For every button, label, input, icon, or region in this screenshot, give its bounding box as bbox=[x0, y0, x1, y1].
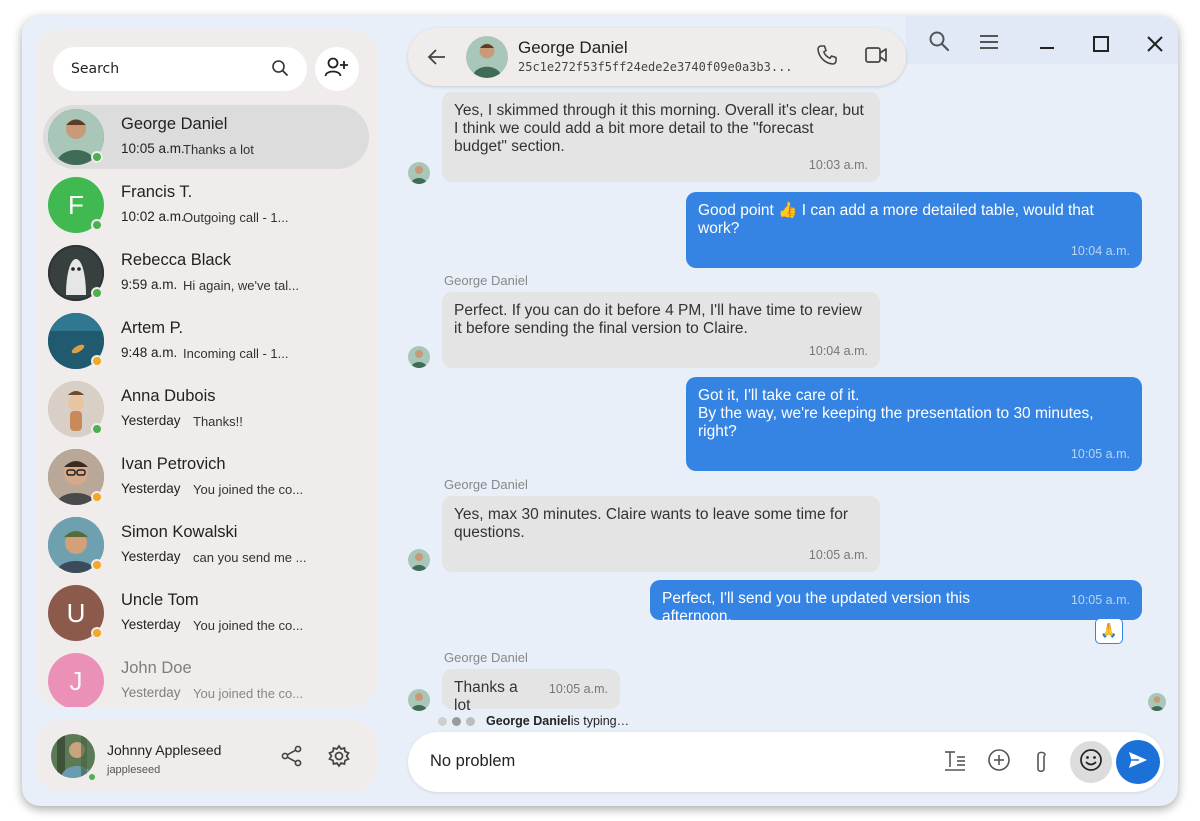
typing-dot bbox=[438, 716, 447, 726]
avatar bbox=[408, 549, 430, 571]
message-input[interactable]: No problem bbox=[430, 752, 515, 771]
message-composer[interactable]: No problem bbox=[408, 732, 1164, 792]
back-arrow-icon[interactable] bbox=[426, 46, 448, 72]
sender-label: George Daniel bbox=[444, 650, 528, 665]
send-button[interactable] bbox=[1116, 740, 1160, 784]
incoming-message[interactable]: Yes, max 30 minutes. Claire wants to lea… bbox=[442, 496, 880, 572]
phone-icon[interactable] bbox=[816, 44, 838, 70]
outgoing-message[interactable]: Good point 👍 I can add a more detailed t… bbox=[686, 192, 1142, 268]
message-time: 10:04 a.m. bbox=[1070, 244, 1130, 258]
read-receipt-avatar bbox=[1148, 693, 1166, 711]
chat-contact-id: 25c1e272f53f5ff24ede2e3740f09e0a3b3... bbox=[518, 60, 793, 74]
reaction-badge[interactable]: 🙏 bbox=[1095, 618, 1123, 644]
message-time: 10:05 a.m. bbox=[808, 548, 868, 562]
message-text: Thanks a lot bbox=[454, 679, 518, 714]
message-time: 10:05 a.m. bbox=[1070, 593, 1130, 607]
message-text: Yes, I skimmed through it this morning. … bbox=[454, 102, 864, 155]
typing-dot bbox=[452, 716, 461, 726]
outgoing-message[interactable]: Perfect, I'll send you the updated versi… bbox=[650, 580, 1142, 625]
incoming-message[interactable]: Perfect. If you can do it before 4 PM, I… bbox=[442, 292, 880, 368]
message-text: Perfect, I'll send you the updated versi… bbox=[662, 590, 970, 625]
typing-text: is typing… bbox=[570, 714, 630, 728]
outgoing-message[interactable]: Got it, I'll take care of it. By the way… bbox=[686, 377, 1142, 471]
avatar[interactable] bbox=[51, 734, 95, 778]
chat-header: George Daniel 25c1e272f53f5ff24ede2e3740… bbox=[408, 28, 906, 86]
message-time: 10:04 a.m. bbox=[808, 344, 868, 358]
message-time: 10:05 a.m. bbox=[1070, 447, 1130, 461]
emoji-button[interactable] bbox=[1070, 741, 1112, 783]
message-text: Good point 👍 I can add a more detailed t… bbox=[698, 202, 1094, 237]
typing-indicator: George Daniel is typing… bbox=[438, 714, 629, 728]
text-format-icon[interactable] bbox=[943, 749, 967, 777]
incoming-message[interactable]: Thanks a lot 10:05 a.m. bbox=[442, 669, 620, 714]
avatar bbox=[408, 346, 430, 368]
share-icon[interactable] bbox=[281, 745, 303, 771]
sender-label: George Daniel bbox=[444, 477, 528, 492]
avatar bbox=[408, 162, 430, 184]
presence-indicator bbox=[87, 772, 97, 782]
app-window: Search George Daniel 10:05 a.m. Thanks a l… bbox=[22, 16, 1178, 806]
message-text: Got it, I'll take care of it. By the way… bbox=[698, 387, 1094, 440]
message-time: 10:03 a.m. bbox=[808, 158, 868, 172]
typing-dot bbox=[466, 716, 475, 726]
smiley-icon bbox=[1079, 748, 1103, 776]
message-text: Perfect. If you can do it before 4 PM, I… bbox=[454, 302, 862, 337]
add-icon[interactable] bbox=[987, 748, 1011, 776]
paperclip-icon[interactable] bbox=[1033, 748, 1051, 778]
message-text: Yes, max 30 minutes. Claire wants to lea… bbox=[454, 506, 848, 541]
account-name: Johnny Appleseed bbox=[107, 742, 222, 758]
message-area: Yes, I skimmed through it this morning. … bbox=[22, 16, 1178, 736]
message-time: 10:05 a.m. bbox=[548, 682, 608, 696]
avatar bbox=[408, 689, 430, 711]
avatar[interactable] bbox=[466, 36, 508, 78]
account-handle: jappleseed bbox=[107, 764, 161, 776]
incoming-message[interactable]: Yes, I skimmed through it this morning. … bbox=[442, 92, 880, 182]
sender-label: George Daniel bbox=[444, 273, 528, 288]
send-icon bbox=[1127, 750, 1149, 774]
chat-contact-name: George Daniel bbox=[518, 38, 628, 57]
typing-name: George Daniel bbox=[486, 714, 571, 728]
gear-icon[interactable] bbox=[327, 744, 351, 772]
video-camera-icon[interactable] bbox=[864, 45, 888, 69]
